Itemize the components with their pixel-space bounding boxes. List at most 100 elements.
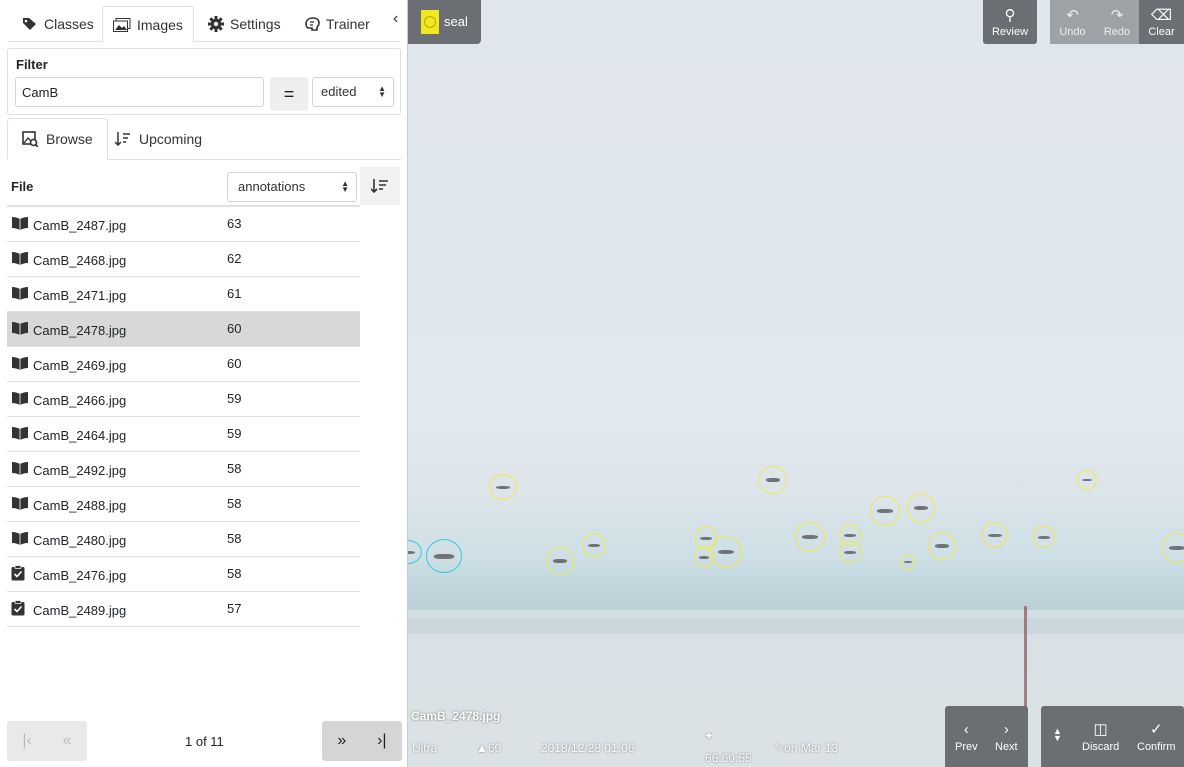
tab-upcoming-label: Upcoming: [139, 131, 203, 147]
file-list: CamB_2487.jpg 63 CamB_2468.jpg 62 CamB_2471.…: [7, 207, 360, 627]
open-book-icon: [12, 532, 28, 545]
file-name: CamB_2480.jpg: [33, 533, 127, 548]
first-page-icon[interactable]: |‹: [22, 732, 31, 750]
chevron-right-icon: ›: [1003, 721, 1009, 738]
pager: |‹ « 1 of 11 » ›|: [7, 721, 402, 761]
filter-operator[interactable]: =: [270, 77, 308, 111]
seal-annotation[interactable]: [870, 496, 900, 526]
seal-annotation[interactable]: [489, 474, 517, 500]
tab-images[interactable]: Images: [102, 6, 194, 43]
table-row[interactable]: CamB_2476.jpg 58: [7, 557, 360, 592]
annotation-count: 59: [227, 426, 242, 441]
selected-seal-annotation[interactable]: [408, 540, 422, 564]
undo-button[interactable]: ↶ Undo: [1050, 0, 1095, 44]
file-name: CamB_2466.jpg: [33, 393, 127, 408]
table-row[interactable]: CamB_2480.jpg 58: [7, 522, 360, 557]
open-book-icon: [12, 392, 28, 405]
annotation-count: 57: [227, 601, 242, 616]
file-name: CamB_2469.jpg: [33, 358, 127, 373]
review-actions-bar: ▲ ▼ ◫ Discard ✓ Confirm: [1041, 706, 1184, 767]
page-indicator: 1 of 11: [185, 734, 224, 749]
seal-annotation[interactable]: [710, 536, 742, 568]
sort-field-select[interactable]: annotations ▲ ▼: [227, 172, 357, 202]
prev-page-icon[interactable]: «: [63, 732, 72, 750]
seal-annotation[interactable]: [795, 522, 825, 552]
file-icon: ◫: [1093, 721, 1108, 738]
seal-annotation[interactable]: [928, 532, 956, 560]
seal-annotation[interactable]: [582, 533, 606, 557]
annotation-count: 60: [227, 321, 242, 336]
clear-button[interactable]: ⌫ Clear: [1139, 0, 1184, 44]
file-name: CamB_2471.jpg: [33, 288, 127, 303]
seal-annotation[interactable]: [1033, 526, 1055, 548]
capture-date: 2018/12/28 01:06: [541, 741, 635, 755]
sort-numeric-icon: [115, 132, 130, 146]
clear-label: Clear: [1148, 26, 1175, 38]
seal-annotation[interactable]: [907, 493, 935, 523]
tab-browse-label: Browse: [46, 131, 93, 147]
annotation-count: 59: [227, 391, 242, 406]
seal-annotation[interactable]: [1077, 470, 1097, 490]
collapse-panel-icon[interactable]: ‹: [393, 10, 398, 28]
seal-annotation[interactable]: [982, 522, 1008, 548]
image-browser-panel: Classes Images Settings Trainer ‹ Filter…: [0, 0, 408, 767]
sort-descending-icon: [371, 179, 388, 194]
table-row[interactable]: CamB_2492.jpg 58: [7, 452, 360, 487]
annotation-count: ▲60: [476, 741, 502, 755]
confirm-label: Confirm: [1137, 741, 1176, 753]
prev-button[interactable]: ‹ Prev: [955, 721, 978, 754]
filter-title: Filter: [16, 57, 48, 72]
discard-label: Discard: [1082, 741, 1120, 753]
annotation-count: 60: [227, 356, 242, 371]
last-page-icon[interactable]: ›|: [377, 732, 386, 750]
gear-icon: [208, 16, 224, 32]
redo-button[interactable]: ↷ Redo: [1095, 0, 1139, 44]
seal-annotation[interactable]: [900, 554, 916, 570]
sort-direction-button[interactable]: [360, 167, 400, 205]
selected-seal-annotation[interactable]: [426, 539, 462, 573]
table-row[interactable]: CamB_2488.jpg 58: [7, 487, 360, 522]
file-name: CamB_2468.jpg: [33, 253, 127, 268]
review-button[interactable]: ⚲ Review: [983, 0, 1037, 44]
tab-browse[interactable]: Browse: [7, 118, 108, 160]
pager-next-last-group: » ›|: [322, 721, 402, 761]
updown-caret-icon[interactable]: ▲ ▼: [1053, 727, 1062, 743]
prev-next-bar: ‹ Prev › Next: [945, 706, 1028, 767]
seal-annotation[interactable]: [759, 466, 787, 494]
seal-annotation[interactable]: [839, 541, 861, 563]
tab-settings[interactable]: Settings: [198, 6, 291, 42]
eraser-icon: ⌫: [1150, 7, 1173, 24]
table-row[interactable]: CamB_2464.jpg 59: [7, 417, 360, 452]
tab-upcoming[interactable]: Upcoming: [101, 118, 216, 160]
tab-trainer[interactable]: Trainer: [294, 6, 380, 42]
table-row[interactable]: CamB_2487.jpg 63: [7, 207, 360, 242]
check-icon: ✓: [1149, 721, 1163, 738]
next-page-icon[interactable]: »: [337, 732, 346, 750]
filter-field-select[interactable]: edited ▲ ▼: [312, 77, 394, 107]
updown-caret-icon: ▲ ▼: [341, 179, 349, 194]
image-viewer[interactable]: seal ⚲ Review ↶ Undo ↷ Redo ⌫ Clear CamB…: [408, 0, 1184, 767]
brain-icon: [305, 17, 320, 31]
table-row[interactable]: CamB_2466.jpg 59: [7, 382, 360, 417]
browse-tabs: Browse Upcoming: [7, 118, 401, 160]
table-row[interactable]: CamB_2471.jpg 61: [7, 277, 360, 312]
filter-input[interactable]: [15, 77, 264, 107]
seal-annotation[interactable]: [546, 547, 574, 575]
table-row[interactable]: CamB_2469.jpg 60: [7, 347, 360, 382]
sort-field-value: annotations: [238, 179, 306, 194]
active-class-chip[interactable]: seal: [408, 0, 481, 44]
next-button[interactable]: › Next: [995, 721, 1018, 754]
seal-annotation[interactable]: [1162, 533, 1184, 563]
file-name: CamB_2478.jpg: [33, 323, 127, 338]
chevron-left-icon: ‹: [963, 721, 969, 738]
clipboard-check-icon: [11, 600, 25, 616]
open-book-icon: [12, 217, 28, 230]
table-row[interactable]: CamB_2489.jpg 57: [7, 592, 360, 627]
class-color-swatch: [421, 10, 439, 34]
tab-classes[interactable]: Classes: [12, 6, 104, 42]
table-row[interactable]: CamB_2468.jpg 62: [7, 242, 360, 277]
clipboard-check-icon: [11, 565, 25, 581]
table-row[interactable]: CamB_2478.jpg 60: [7, 312, 360, 347]
discard-button[interactable]: ◫ Discard: [1082, 721, 1120, 754]
confirm-button[interactable]: ✓ Confirm: [1137, 721, 1176, 754]
